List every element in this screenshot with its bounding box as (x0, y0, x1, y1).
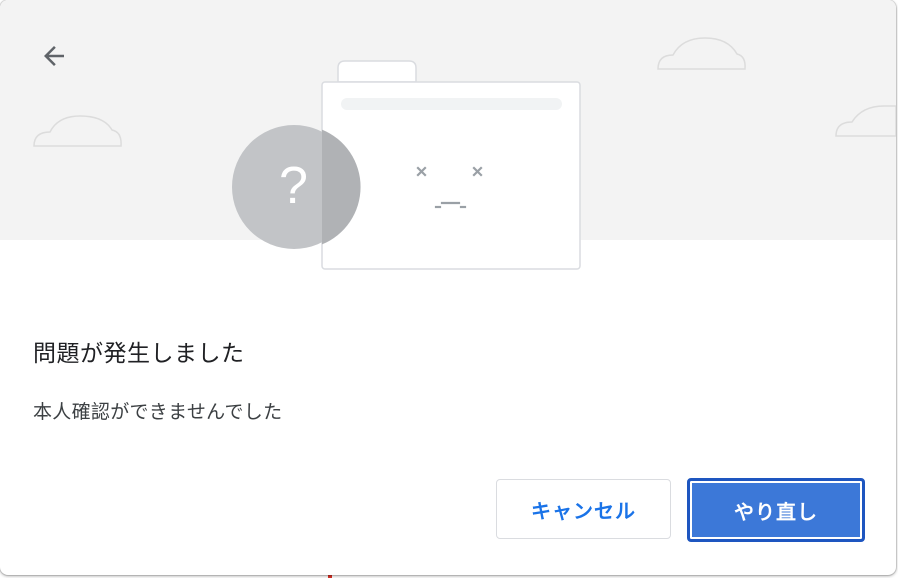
back-button[interactable] (32, 34, 76, 78)
error-illustration (33, 37, 896, 270)
cancel-button[interactable]: キャンセル (496, 479, 671, 539)
error-dialog: ? 問題が発生しました 本人確認ができませんでした キャンセル やり直し (0, 0, 896, 575)
retry-button[interactable]: やり直し (687, 478, 865, 542)
arrow-left-icon (44, 46, 64, 66)
question-mark-glyph: ? (279, 157, 308, 215)
cloud-icon (33, 115, 122, 147)
cloud-icon (835, 105, 896, 137)
dialog-message: 本人確認ができませんでした (33, 401, 283, 423)
cloud-icon (657, 37, 746, 70)
folder-illustration (321, 60, 581, 270)
dialog-title: 問題が発生しました (33, 341, 245, 367)
